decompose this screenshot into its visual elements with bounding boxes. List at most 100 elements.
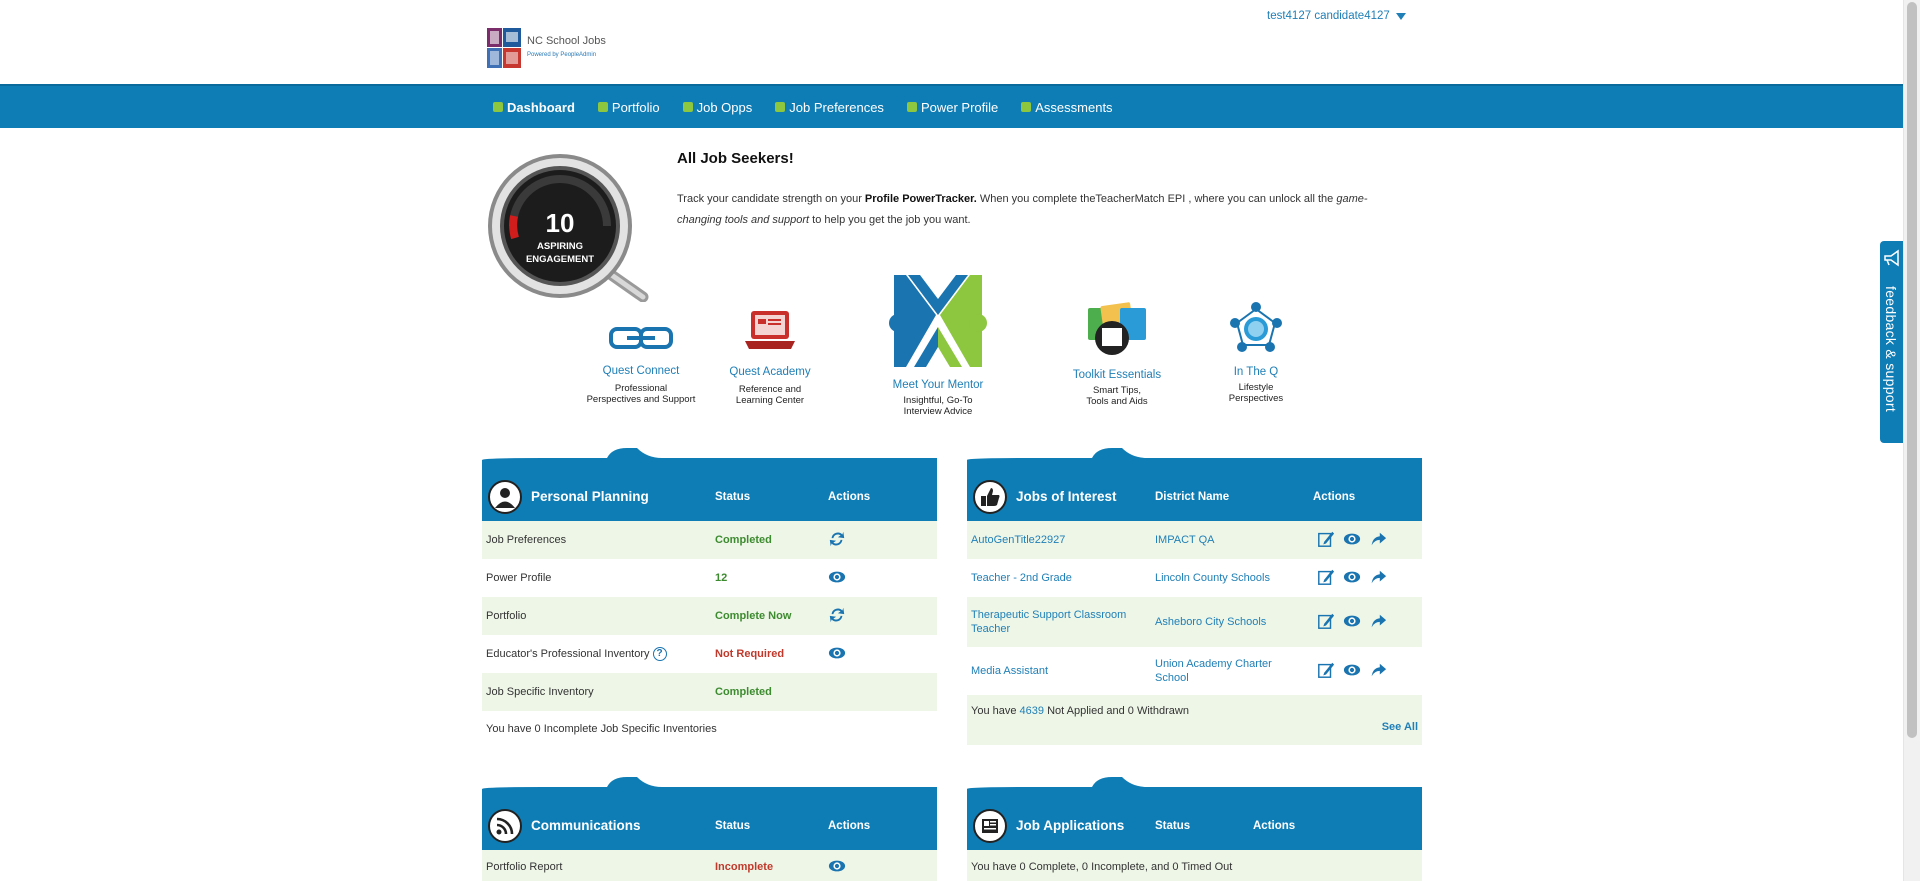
- apply-edit-icon[interactable]: [1316, 530, 1336, 548]
- table-row: Power Profile 12: [482, 559, 937, 597]
- panel-tab-shape: [967, 448, 1422, 468]
- bullet-icon: [682, 102, 693, 112]
- hero-description: Track your candidate strength on your Pr…: [677, 193, 1368, 226]
- district-link[interactable]: Union Academy Charter School: [1155, 657, 1300, 685]
- share-arrow-icon[interactable]: [1368, 530, 1388, 548]
- hero-title: All Job Seekers!: [677, 150, 794, 167]
- thumbs-up-icon: [973, 480, 1007, 514]
- job-title-link[interactable]: Therapeutic Support Classroom Teacher: [971, 608, 1146, 636]
- nav-portfolio[interactable]: Portfolio: [597, 100, 660, 115]
- panel-tab-shape: [967, 777, 1422, 797]
- district-link[interactable]: IMPACT QA: [1155, 533, 1300, 547]
- tile-name: Toolkit Essentials: [1072, 369, 1162, 381]
- bullet-icon: [493, 102, 503, 112]
- panel-title: Jobs of Interest: [1016, 489, 1117, 504]
- nc-school-jobs-logo[interactable]: NC School Jobs Powered by PeopleAdmin: [487, 28, 612, 70]
- laptop-icon: [745, 311, 795, 349]
- panel-title: Job Applications: [1016, 818, 1125, 833]
- communications-panel: Communications Status Actions Portfolio …: [482, 777, 937, 881]
- page-scrollbar[interactable]: [1903, 0, 1920, 881]
- panel-header: Jobs of Interest District Name Actions: [967, 466, 1422, 521]
- col-status: Status: [715, 491, 751, 503]
- help-icon[interactable]: ?: [652, 647, 667, 661]
- eye-icon[interactable]: [1342, 661, 1362, 679]
- eye-icon[interactable]: [827, 568, 847, 589]
- scrollbar-thumb[interactable]: [1907, 2, 1917, 738]
- network-globe-icon: [1230, 302, 1282, 352]
- nav-power-profile[interactable]: Power Profile: [906, 100, 998, 115]
- caret-down-icon: [1395, 12, 1406, 20]
- tile-in-the-q[interactable]: In The Q Lifestyle Perspectives: [1206, 299, 1306, 404]
- eye-icon[interactable]: [827, 857, 847, 878]
- gauge-label-line2: ENGAGEMENT: [526, 254, 594, 265]
- eye-icon[interactable]: [1342, 612, 1362, 630]
- panel-header: Job Applications Status Actions: [967, 795, 1422, 850]
- col-actions: Actions: [828, 820, 871, 832]
- not-applied-count-link[interactable]: 4639: [1020, 705, 1044, 717]
- refresh-icon[interactable]: [827, 530, 847, 551]
- logo-title: NC School Jobs: [527, 35, 606, 47]
- user-silhouette-icon: [488, 480, 522, 514]
- rss-icon: [488, 809, 522, 843]
- district-link[interactable]: Lincoln County Schools: [1155, 571, 1300, 585]
- nav-job-opps[interactable]: Job Opps: [682, 100, 752, 115]
- see-all-link[interactable]: See All: [1382, 721, 1418, 733]
- table-row: Job Preferences Completed: [482, 521, 937, 559]
- nav-job-preferences[interactable]: Job Preferences: [775, 100, 884, 115]
- panel-title: Personal Planning: [531, 489, 649, 504]
- tile-meet-your-mentor[interactable]: Meet Your Mentor Insightful, Go-To Interv…: [882, 271, 994, 417]
- eye-icon[interactable]: [1342, 568, 1362, 586]
- col-actions: Actions: [1313, 491, 1356, 503]
- table-row: Portfolio Complete Now: [482, 597, 937, 635]
- job-title-link[interactable]: Teacher - 2nd Grade: [971, 571, 1146, 585]
- tile-quest-connect[interactable]: Quest Connect Professional Perspectives a…: [576, 323, 706, 405]
- feedback-support-tab[interactable]: feedback & support: [1880, 241, 1903, 443]
- col-status: Status: [715, 820, 751, 832]
- table-row: Educator's Professional Inventory ? Not …: [482, 635, 937, 673]
- nav-assessments[interactable]: Assessments: [1021, 100, 1113, 115]
- job-row: Media Assistant Union Academy Charter Sc…: [967, 647, 1422, 695]
- profile-powertracker-text: Profile PowerTracker.: [864, 193, 977, 205]
- table-row: Job Specific Inventory Completed: [482, 673, 937, 711]
- gauge-label-line1: ASPIRING: [537, 241, 583, 252]
- job-row: Therapeutic Support Classroom Teacher As…: [967, 597, 1422, 647]
- refresh-icon[interactable]: [827, 606, 847, 627]
- col-actions: Actions: [1253, 820, 1296, 832]
- bullet-icon: [597, 102, 608, 112]
- complete-now-link[interactable]: Complete Now: [715, 610, 791, 622]
- share-arrow-icon[interactable]: [1368, 568, 1388, 586]
- table-row: Portfolio Report Incomplete: [482, 850, 937, 881]
- jobs-of-interest-panel: Jobs of Interest District Name Actions A…: [967, 448, 1422, 748]
- share-arrow-icon[interactable]: [1368, 661, 1388, 679]
- apply-edit-icon[interactable]: [1316, 612, 1336, 630]
- panel-title: Communications: [531, 818, 641, 833]
- toolkit-folder-icon: [1088, 302, 1146, 355]
- mentor-logo-icon: [889, 275, 987, 367]
- tile-name: Quest Academy: [729, 366, 811, 378]
- eye-icon[interactable]: [1342, 530, 1362, 548]
- bullet-icon: [775, 102, 786, 112]
- main-nav: Dashboard Portfolio Job Opps Job Prefere…: [0, 84, 1903, 128]
- apply-edit-icon[interactable]: [1316, 568, 1336, 586]
- panel-footer: You have 4639 Not Applied and 0 Withdraw…: [967, 695, 1422, 745]
- logo-powered-by: Powered by PeopleAdmin: [527, 52, 597, 58]
- document-icon: [973, 809, 1007, 843]
- share-arrow-icon[interactable]: [1368, 612, 1388, 630]
- tile-quest-academy[interactable]: Quest Academy Reference and Learning Cent…: [720, 307, 820, 406]
- nav-dashboard[interactable]: Dashboard: [493, 100, 575, 115]
- panel-header: Communications Status Actions: [482, 795, 937, 850]
- personal-planning-panel: Personal Planning Status Actions Job Pre…: [482, 448, 937, 738]
- panel-tab-shape: [482, 777, 937, 797]
- job-row: Teacher - 2nd Grade Lincoln County Schoo…: [967, 559, 1422, 597]
- job-title-link[interactable]: AutoGenTitle22927: [971, 533, 1146, 547]
- tile-name: In The Q: [1233, 366, 1279, 378]
- tile-toolkit-essentials[interactable]: Toolkit Essentials Smart Tips, Tools and …: [1058, 300, 1176, 407]
- chain-link-icon: [609, 327, 673, 349]
- col-status: Status: [1155, 820, 1191, 832]
- panel-header: Personal Planning Status Actions: [482, 466, 937, 521]
- district-link[interactable]: Asheboro City Schools: [1155, 615, 1300, 629]
- eye-icon[interactable]: [827, 644, 847, 665]
- job-title-link[interactable]: Media Assistant: [971, 664, 1146, 678]
- user-menu[interactable]: test4127 candidate4127: [1267, 10, 1406, 22]
- apply-edit-icon[interactable]: [1316, 661, 1336, 679]
